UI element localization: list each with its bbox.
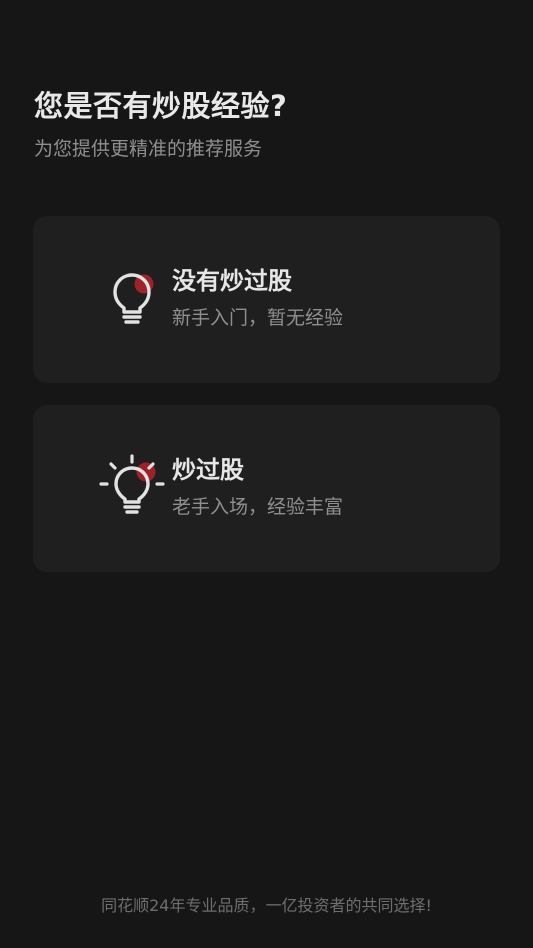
option-description: 新手入门，暂无经验 [172,307,344,329]
footer-slogan: 同花顺24年专业品质，一亿投资者的共同选择! [101,896,432,915]
lightbulb-on-icon [99,454,165,514]
option-no-experience-card[interactable]: 没有炒过股 新手入门，暂无经验 [33,216,500,383]
option-experienced-card[interactable]: 炒过股 老手入场，经验丰富 [33,405,500,572]
option-title: 没有炒过股 [172,267,292,295]
lightbulb-off-icon [113,273,154,324]
option-title: 炒过股 [172,456,244,484]
page-title: 您是否有炒股经验? [34,89,288,123]
page-subtitle: 为您提供更精准的推荐服务 [34,138,263,160]
option-description: 老手入场，经验丰富 [172,496,344,518]
